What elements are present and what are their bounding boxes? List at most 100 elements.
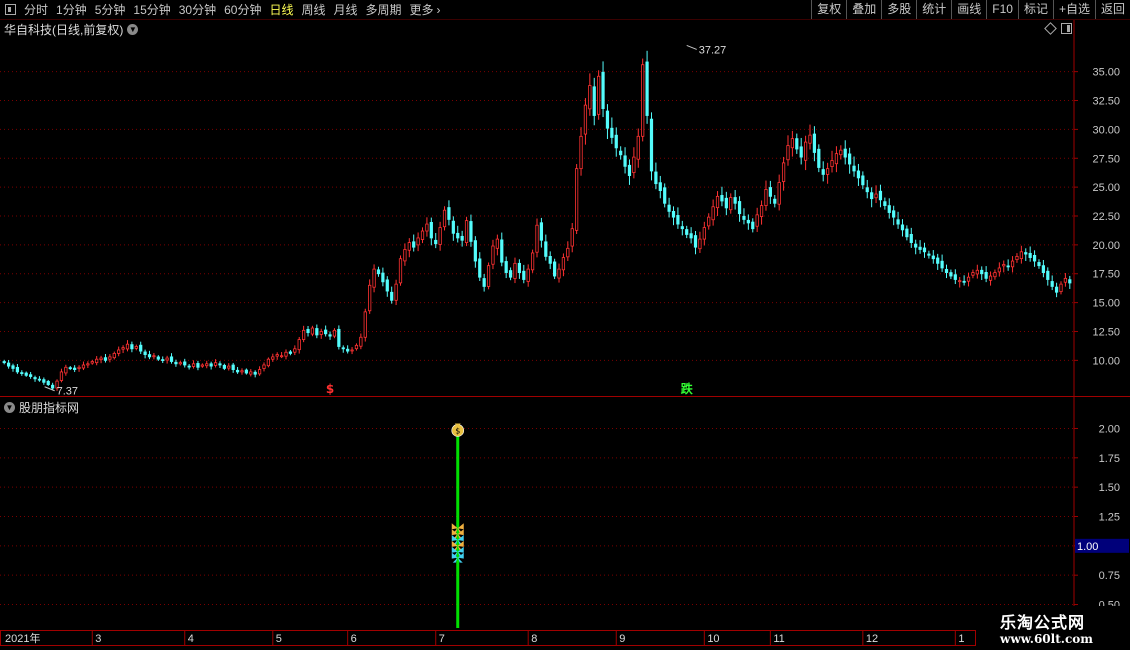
candle-body: [821, 169, 825, 175]
candle-body: [213, 362, 218, 366]
candle-body: [1041, 265, 1045, 273]
candle-body: [786, 145, 790, 161]
candle-body: [781, 162, 786, 182]
candle-body: [958, 280, 962, 283]
x-tick-label: 10: [707, 633, 719, 645]
candle-body: [279, 355, 284, 358]
candle-body: [931, 255, 935, 260]
candle-body: [711, 206, 715, 221]
candle-body: [605, 110, 610, 129]
y-tick-label: 17.50: [1092, 269, 1120, 281]
candle-body: [235, 369, 240, 373]
candle-body: [984, 271, 988, 279]
candle-body: [112, 353, 116, 359]
money-bag-icon: $: [451, 423, 465, 437]
candle-body: [737, 201, 742, 215]
candle-body: [1059, 283, 1063, 293]
candle-body: [575, 168, 579, 231]
candle-body: [848, 153, 852, 165]
candle-body: [597, 75, 601, 115]
candle-body: [183, 361, 187, 366]
candle-body: [108, 356, 112, 360]
candle-body: [403, 249, 407, 262]
high-pointer: [686, 44, 697, 50]
candle-body: [526, 268, 530, 282]
candle-body: [1002, 264, 1006, 267]
candle-body: [685, 229, 689, 235]
x-tick-label: 2021年: [5, 631, 40, 645]
candle-body: [328, 334, 332, 337]
candle-body: [6, 362, 11, 367]
candle-body: [1054, 286, 1059, 293]
candle-body: [324, 329, 328, 335]
candle-body: [905, 228, 909, 238]
candle-body: [121, 347, 125, 350]
candle-body: [544, 241, 548, 257]
candle-body: [768, 187, 772, 197]
x-tick-label: 6: [351, 633, 357, 645]
candle-body: [1037, 262, 1041, 267]
candle-body: [1006, 265, 1010, 268]
candle-body: [262, 364, 266, 369]
candle-body: [266, 358, 271, 367]
candle-body: [997, 267, 1001, 273]
candle-body: [90, 361, 94, 364]
candle-body: [363, 311, 367, 338]
candle-body: [579, 135, 583, 170]
candle-body: [346, 348, 350, 352]
candle-body: [729, 197, 733, 211]
y-tick-label: 12.50: [1092, 326, 1120, 338]
candle-body: [693, 235, 698, 248]
x-tick-label: 5: [276, 633, 282, 645]
candle-body: [103, 357, 108, 361]
x-tick-label: 8: [531, 633, 537, 645]
candle-body: [900, 224, 905, 231]
candle-body: [671, 210, 676, 218]
x-tick-label: 4: [188, 633, 194, 645]
candle-body: [649, 118, 654, 172]
candle-body: [588, 85, 592, 110]
candle-body: [491, 245, 495, 265]
x-tick-label: 7: [439, 633, 445, 645]
candle-body: [1063, 277, 1068, 283]
candle-body: [583, 104, 588, 135]
candle-body: [218, 363, 222, 366]
candle-body: [165, 357, 169, 361]
candle-body: [222, 364, 226, 369]
candle-body: [469, 221, 473, 242]
candle-body: [1046, 270, 1050, 280]
candle-body: [249, 371, 253, 375]
candle-body: [438, 227, 442, 245]
candle-body: [724, 197, 728, 209]
candle-body: [755, 214, 759, 227]
candle-body: [139, 344, 143, 352]
candle-body: [513, 262, 517, 279]
candle-body: [751, 221, 755, 230]
candle-body: [874, 193, 878, 199]
candle-body: [971, 272, 975, 276]
candle-body: [354, 344, 359, 350]
stock-chart[interactable]: 10.00 12.50 15.00 17.50 20.00 22.50 25.00 27.50…: [0, 0, 1130, 650]
candle-body: [20, 372, 24, 374]
candle-body: [187, 365, 191, 368]
candle-body: [29, 374, 33, 377]
candle-body: [689, 233, 693, 239]
candle-body: [852, 165, 856, 172]
candle-body: [482, 278, 486, 287]
candle-body: [15, 366, 20, 373]
candle-body: [940, 260, 944, 269]
candle-body: [645, 61, 649, 116]
candle-body: [42, 379, 46, 383]
candle-body: [1032, 254, 1037, 262]
y-tick-label: 1.50: [1099, 482, 1120, 494]
candle-body: [795, 138, 799, 150]
watermark-line1: 乐淘公式网: [1000, 613, 1086, 632]
x-axis-box: [0, 630, 976, 646]
y-tick-label: 1.75: [1099, 453, 1120, 465]
candle-body: [892, 210, 896, 218]
candle-body: [341, 347, 345, 350]
x-tick-label: 3: [95, 633, 101, 645]
candle-body: [416, 237, 420, 246]
high-label: 37.27: [699, 44, 727, 56]
candle-body: [667, 204, 671, 212]
